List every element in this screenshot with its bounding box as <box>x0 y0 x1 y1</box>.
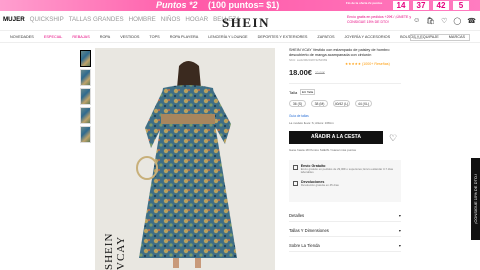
product-thumbnail[interactable] <box>80 50 91 67</box>
top-navigation: MUJER QUICKSHIP TALLAS GRANDES HOMBRE NI… <box>3 16 240 23</box>
size-option[interactable]: 36 (S) <box>289 100 306 107</box>
size-option[interactable]: 44 (XL) <box>355 100 372 107</box>
size-option[interactable]: 40/42 (L) <box>333 100 350 107</box>
truck-icon <box>293 165 298 170</box>
topnav-item[interactable]: QUICKSHIP <box>30 16 64 23</box>
brand-watermark: SHEIN VCAY <box>103 232 127 270</box>
bag-icon[interactable]: 🛍 <box>426 17 435 25</box>
category-item[interactable]: ZAPATOS <box>317 35 334 39</box>
product-title: SHEIN VCAY Vestido con estampado de pais… <box>289 48 390 57</box>
product-old-price: 22.00€ <box>315 71 325 75</box>
size-guide-link[interactable]: Guía de tallas <box>289 114 309 118</box>
countdown-hours: 14 <box>393 1 409 10</box>
returns-text: Devolución gratuita en 45 días <box>301 182 339 187</box>
accordion-label: Tallas Y Dimensiones <box>289 228 329 233</box>
category-item[interactable]: ROPA PLAYERA <box>170 35 199 39</box>
returns-row: Devoluciones Devolución gratuita en 45 d… <box>293 180 397 187</box>
model-info: La modelo lleva: S; Altura: 168cm <box>289 121 334 125</box>
search-input[interactable]: Vestido <box>410 34 470 41</box>
countdown-minutes: 37 <box>413 1 429 10</box>
header-icons: ☺ 🛍 ♡ ◯ ☎ <box>413 17 476 25</box>
topnav-item[interactable]: NIÑOS <box>161 16 181 23</box>
user-icon[interactable]: ☺ <box>413 17 420 25</box>
product-thumbnail[interactable] <box>80 126 91 143</box>
topnav-item[interactable]: MUJER <box>3 16 25 23</box>
shein-logo[interactable]: SHEIN <box>222 15 270 31</box>
accordion-label: Detalles <box>289 213 305 218</box>
thumbnail-strip <box>80 50 91 145</box>
chevron-down-icon: ▾ <box>398 243 401 248</box>
dress-illustration <box>136 61 237 268</box>
accordion-label: Sobre La Tienda <box>289 243 320 248</box>
topnav-item[interactable]: HOMBRE <box>129 16 156 23</box>
site-header: MUJER QUICKSHIP TALLAS GRANDES HOMBRE NI… <box>0 11 480 31</box>
category-item[interactable]: ROPA <box>100 35 110 39</box>
accordion-store[interactable]: Sobre La Tienda ▾ <box>289 240 401 252</box>
chevron-down-icon: ▾ <box>398 228 401 233</box>
accordion-details[interactable]: Detalles ▾ <box>289 210 401 222</box>
product-info: SHEIN VCAY Vestido con estampado de pais… <box>289 48 409 62</box>
promo-subtitle: (100 puntos= $1) <box>208 0 280 10</box>
header-promo[interactable]: Envío gratis en pedidos +29€ / ¡ÚNETE y … <box>347 15 417 25</box>
product-price: 18.00€ <box>289 68 312 77</box>
promo-title: Puntos *2 <box>156 0 198 10</box>
size-system-select[interactable]: EU Talla <box>300 89 315 95</box>
category-item[interactable]: REBAJAS <box>72 35 89 39</box>
discount-side-tab[interactable]: ¡CONSIGUE 15% DE DTO.! <box>471 158 480 240</box>
accordion-sizes[interactable]: Tallas Y Dimensiones ▾ <box>289 225 401 237</box>
category-item[interactable]: ESPECIAL <box>44 35 63 39</box>
promo-banner[interactable]: Puntos *2 (100 puntos= $1) Fin de la ofe… <box>0 0 480 11</box>
add-to-cart-button[interactable]: AÑADIR A LA CESTA <box>289 131 383 144</box>
wishlist-heart-icon[interactable]: ♡ <box>389 133 397 144</box>
headset-icon[interactable]: ☎ <box>467 17 476 25</box>
globe-icon[interactable]: ◯ <box>453 17 461 25</box>
heart-icon[interactable]: ♡ <box>441 17 447 25</box>
shipping-text: Envío gratuito en pedidos de 29,00€ o su… <box>300 167 394 175</box>
shipping-row: Envío Gratuito Envío gratuito en pedidos… <box>293 164 397 175</box>
countdown-tenths: 5 <box>453 1 469 10</box>
return-icon <box>293 180 298 186</box>
shipping-info: Envío Gratuito Envío gratuito en pedidos… <box>289 160 401 202</box>
countdown-seconds: 42 <box>433 1 449 10</box>
product-thumbnail[interactable] <box>80 69 91 86</box>
size-options: 36 (S) 38 (M) 40/42 (L) 44 (XL) <box>289 100 372 107</box>
size-label: Talla <box>289 90 298 95</box>
product-thumbnail[interactable] <box>80 107 91 124</box>
topnav-item[interactable]: TALLAS GRANDES <box>69 16 124 23</box>
category-item[interactable]: VESTIDOS <box>120 35 139 39</box>
topnav-item[interactable]: HOGAR <box>185 16 208 23</box>
size-option[interactable]: 38 (M) <box>311 100 328 107</box>
divider <box>289 83 401 84</box>
category-item[interactable]: LENCERÍA Y LOUNGE <box>208 35 247 39</box>
product-thumbnail[interactable] <box>80 88 91 105</box>
category-item[interactable]: NOVEDADES <box>10 35 34 39</box>
category-item[interactable]: TOPS <box>149 35 159 39</box>
product-rating[interactable]: ★★★★★ (1000+ Reseñas) <box>345 62 390 66</box>
category-item[interactable]: JOYERÍA Y ACCESORIOS <box>344 35 390 39</box>
category-navigation: NOVEDADES ESPECIAL REBAJAS ROPA VESTIDOS… <box>0 31 480 43</box>
product-main-image[interactable]: SHEIN VCAY <box>95 48 275 270</box>
chevron-down-icon: ▾ <box>398 213 401 218</box>
category-item[interactable]: DEPORTES Y EXTERIORES <box>258 35 308 39</box>
points-note: Gane hasta 18 Puntos SHEIN / Ganar más p… <box>289 148 357 152</box>
